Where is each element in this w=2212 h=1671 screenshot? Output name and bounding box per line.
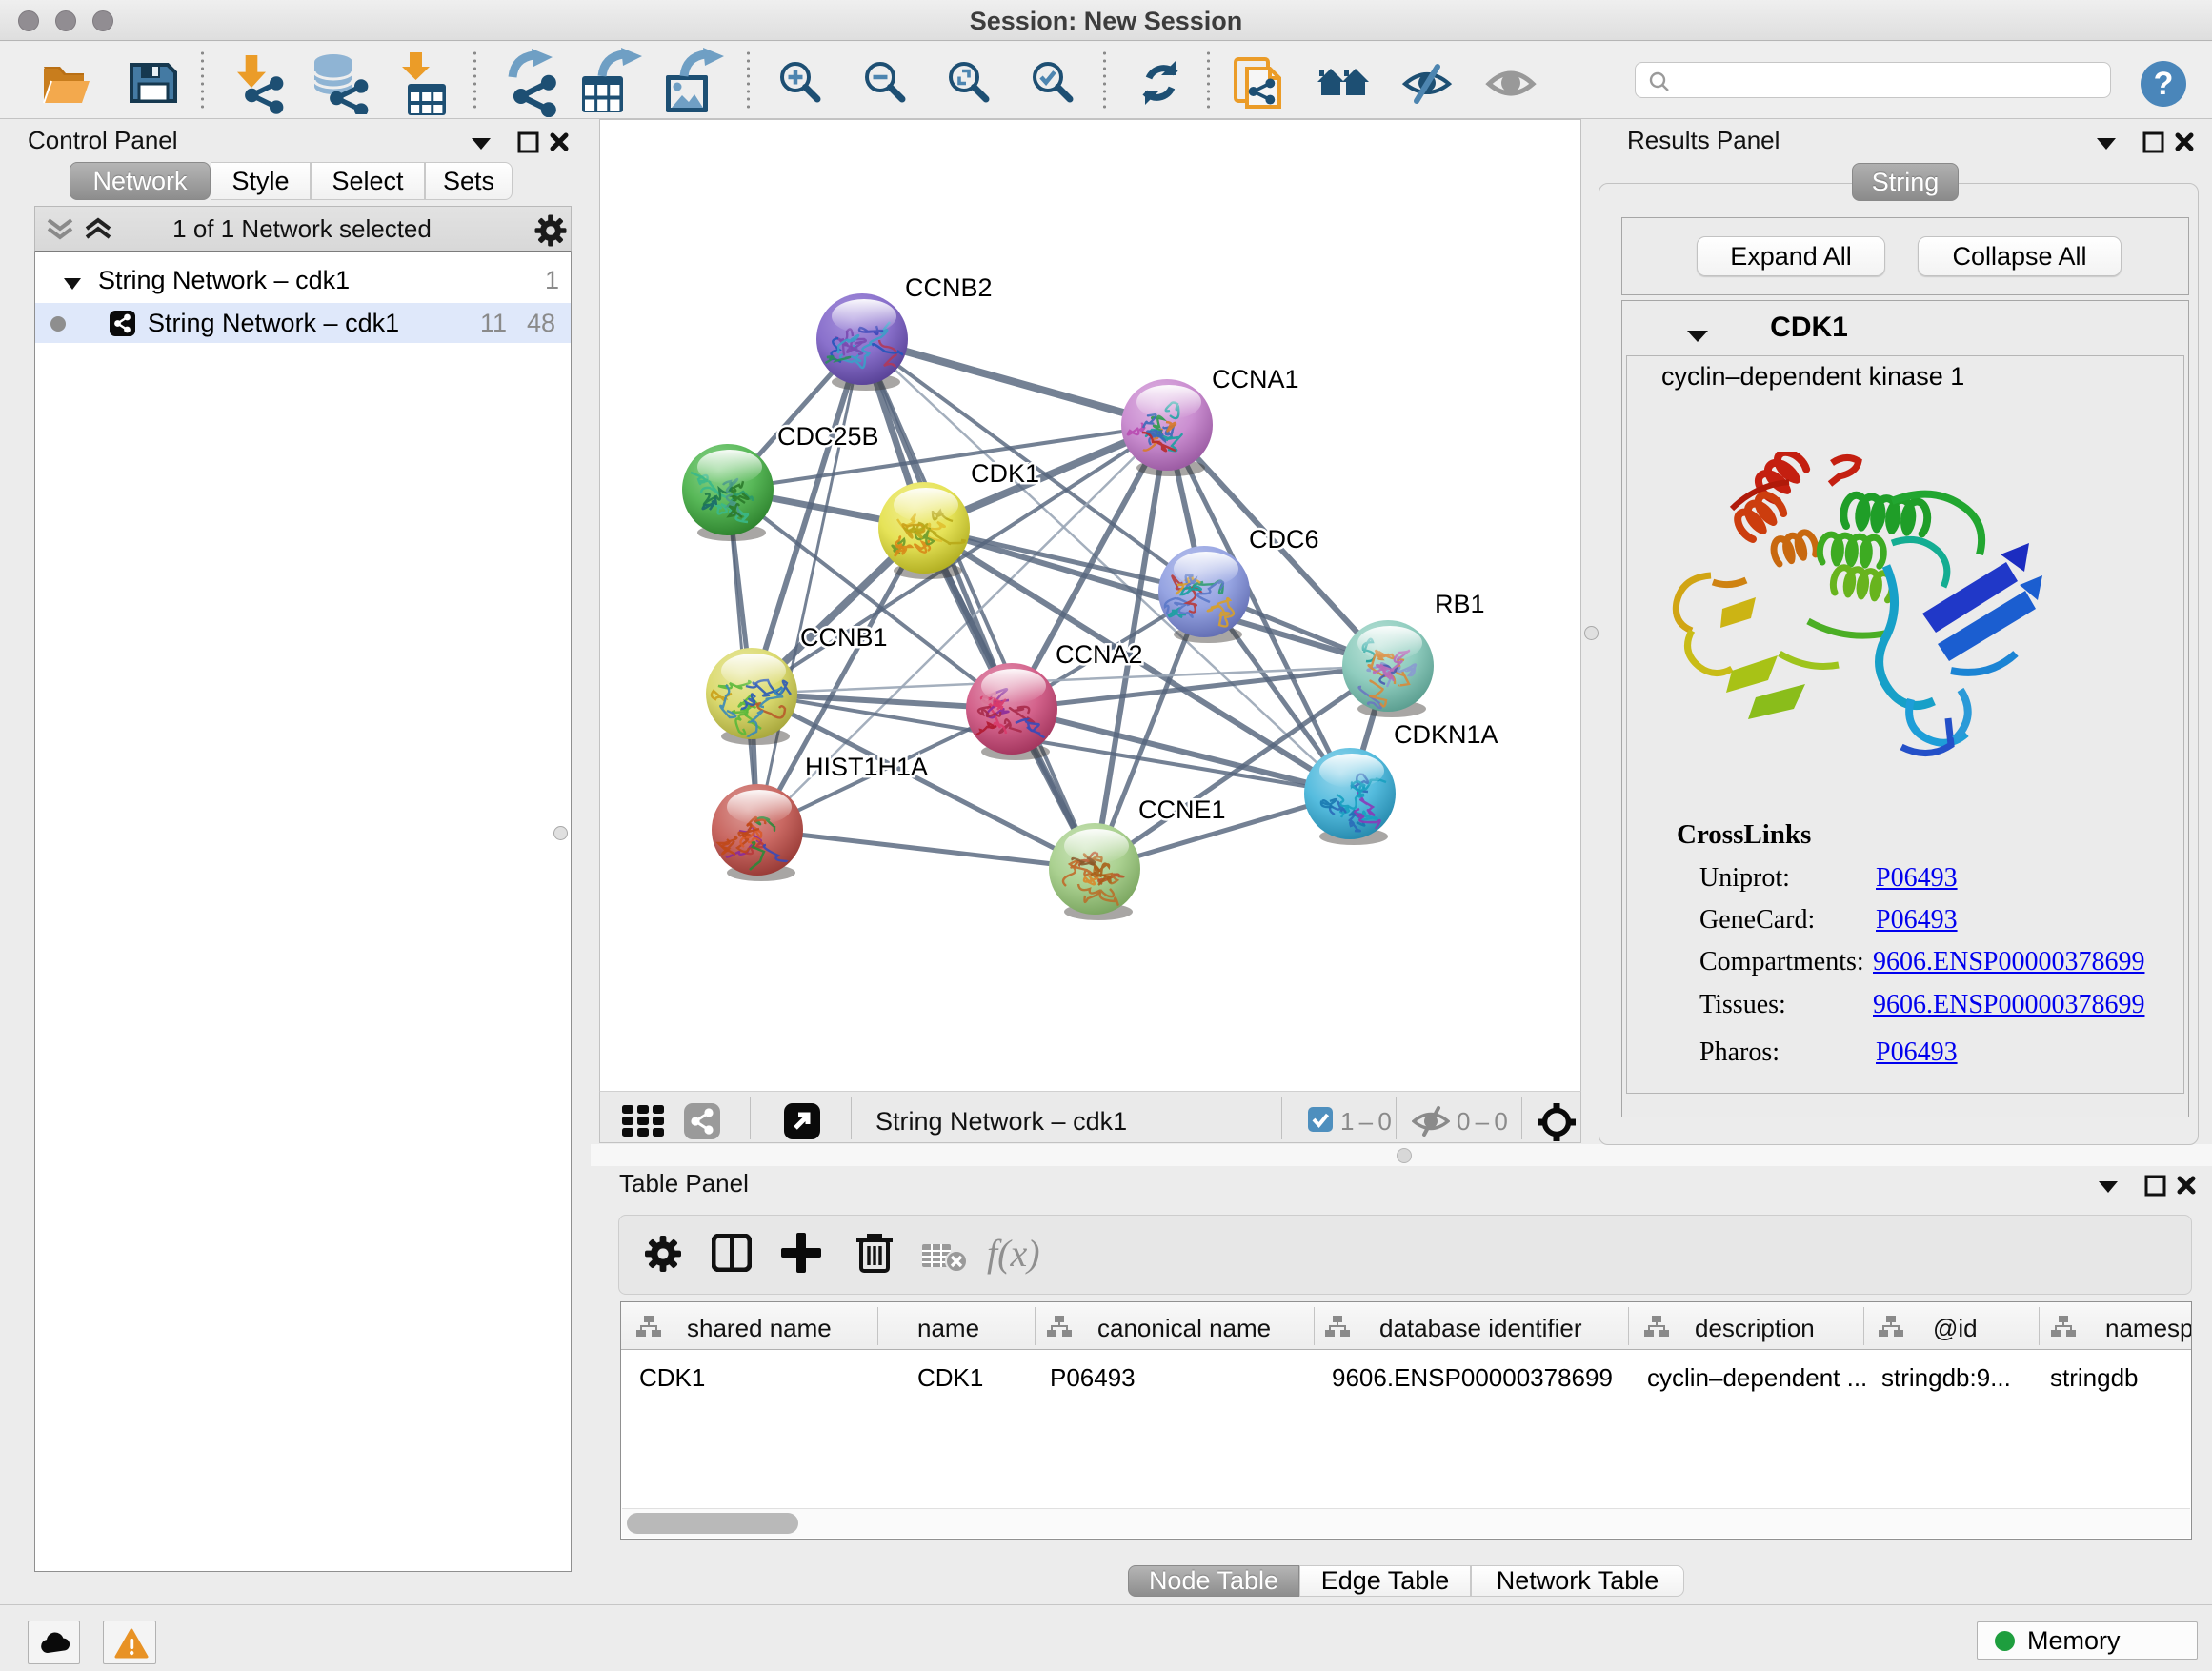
svg-text:CDK1: CDK1 bbox=[971, 459, 1039, 488]
svg-text:CCNA2: CCNA2 bbox=[1056, 640, 1143, 669]
svg-text:CCNA1: CCNA1 bbox=[1212, 365, 1299, 393]
svg-text:CCNB2: CCNB2 bbox=[905, 273, 993, 302]
svg-text:?: ? bbox=[2154, 66, 2174, 102]
svg-text:CCNE1: CCNE1 bbox=[1138, 795, 1226, 824]
svg-text:RB1: RB1 bbox=[1435, 590, 1485, 618]
svg-text:CDC6: CDC6 bbox=[1249, 525, 1319, 554]
svg-text:CDC25B: CDC25B bbox=[777, 422, 879, 451]
svg-text:HIST1H1A: HIST1H1A bbox=[805, 753, 928, 781]
svg-text:CDKN1A: CDKN1A bbox=[1394, 720, 1498, 749]
svg-text:CCNB1: CCNB1 bbox=[800, 623, 888, 652]
